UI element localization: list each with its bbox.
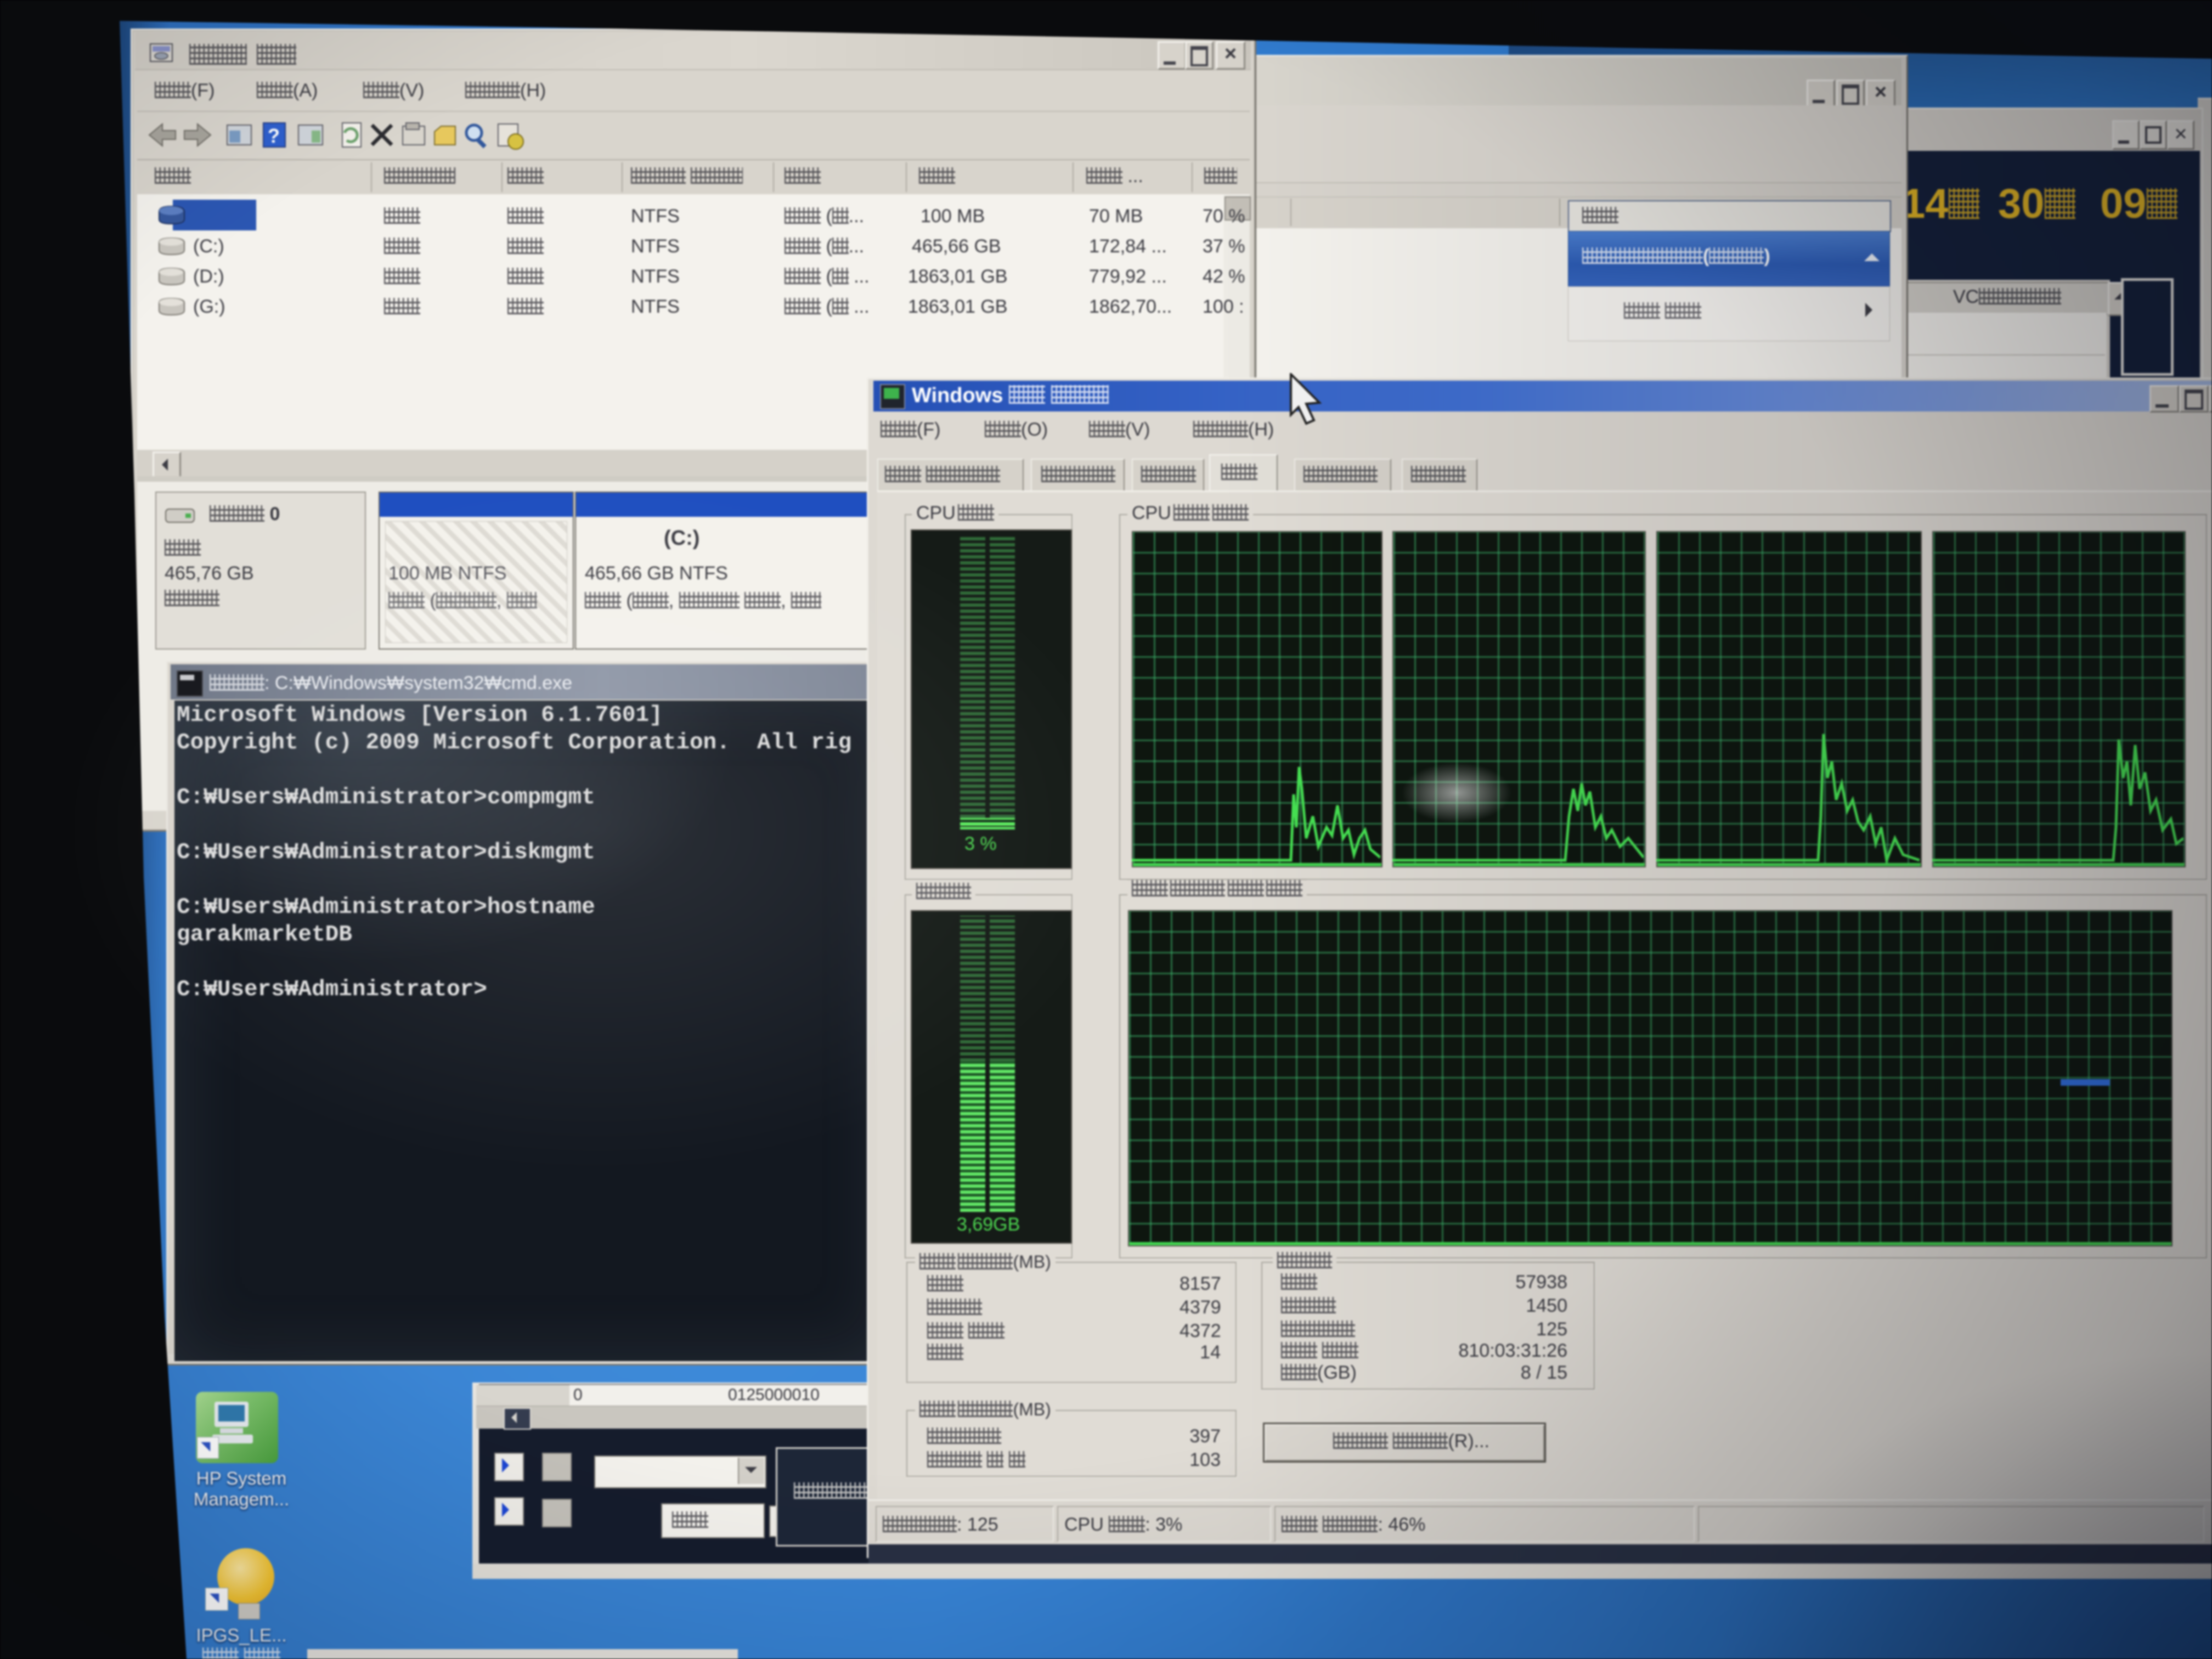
svg-text:?: ? xyxy=(268,125,280,147)
